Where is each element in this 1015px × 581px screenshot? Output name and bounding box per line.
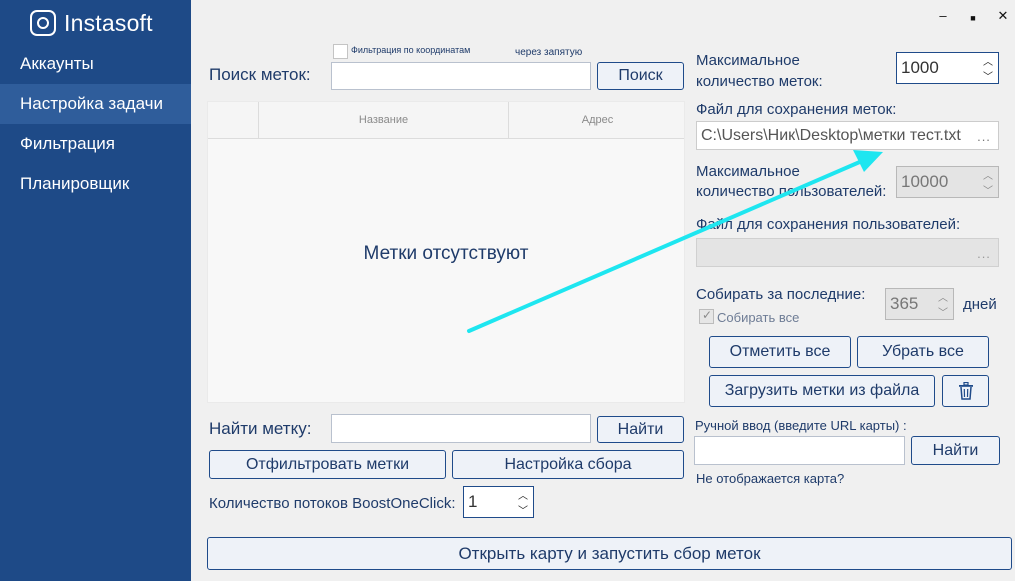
max-users-label-line2: количество пользователей:	[696, 183, 887, 200]
chevron-down-icon[interactable]: ﹀	[980, 68, 996, 83]
collect-days-value: 365	[890, 294, 919, 313]
max-marks-stepper[interactable]: 1000 ︿ ﹀	[896, 52, 999, 84]
open-map-button[interactable]: Открыть карту и запустить сбор меток	[207, 537, 1012, 570]
empty-table-message: Метки отсутствуют	[363, 243, 529, 264]
coordinate-filter-label: Фильтрация по координатам	[351, 45, 471, 55]
chevron-down-icon[interactable]: ﹀	[980, 182, 996, 197]
close-icon[interactable]: ✕	[994, 8, 1012, 28]
marks-file-path: C:\Users\Ник\Desktop\метки тест.txt	[701, 127, 961, 144]
unmark-all-button[interactable]: Убрать все	[857, 336, 989, 368]
search-input[interactable]	[331, 62, 591, 90]
users-file-field[interactable]	[696, 238, 999, 267]
manual-input-label: Ручной ввод (введите URL карты) :	[695, 418, 907, 433]
brand: Instasoft	[30, 8, 153, 38]
marks-file-field[interactable]: C:\Users\Ник\Desktop\метки тест.txt	[696, 121, 999, 150]
sidebar-item-task-settings[interactable]: Настройка задачи	[0, 84, 191, 124]
chevron-down-icon[interactable]: ﹀	[515, 502, 531, 517]
load-from-file-button[interactable]: Загрузить метки из файла	[709, 375, 935, 407]
max-users-label-line1: Максимальное	[696, 163, 800, 180]
table-header: Название Адрес	[208, 102, 684, 139]
sidebar-item-scheduler[interactable]: Планировщик	[0, 164, 191, 204]
max-marks-label-line2: количество меток:	[696, 73, 823, 90]
trash-icon	[958, 382, 973, 400]
browse-marks-file-button[interactable]: ...	[969, 129, 999, 144]
days-label: дней	[963, 296, 997, 313]
sidebar-item-filtering[interactable]: Фильтрация	[0, 124, 191, 164]
chevron-up-icon[interactable]: ︿	[515, 487, 531, 502]
find-input[interactable]	[331, 414, 591, 443]
browse-users-file-button[interactable]: ...	[969, 246, 999, 261]
threads-label: Количество потоков BoostOneClick:	[209, 495, 456, 512]
mark-all-button[interactable]: Отметить все	[709, 336, 851, 368]
collect-last-label: Собирать за последние:	[696, 286, 866, 303]
map-not-shown-link[interactable]: Не отображается карта?	[696, 471, 844, 486]
instasoft-logo-icon	[30, 10, 56, 36]
chevron-down-icon[interactable]: ﹀	[935, 304, 951, 319]
column-header-select[interactable]	[208, 102, 258, 139]
chevron-up-icon[interactable]: ︿	[980, 167, 996, 182]
marks-table: Название Адрес Метки отсутствуют	[207, 101, 685, 403]
find-label: Найти метку:	[209, 419, 312, 438]
max-users-stepper[interactable]: 10000 ︿ ﹀	[896, 166, 999, 198]
column-header-name[interactable]: Название	[258, 102, 508, 139]
collect-all-checkbox[interactable]	[699, 308, 714, 324]
maximize-icon[interactable]: ■	[964, 8, 982, 28]
max-marks-label-line1: Максимальное	[696, 52, 800, 69]
column-header-address[interactable]: Адрес	[508, 102, 686, 139]
map-url-input[interactable]	[694, 436, 905, 465]
collect-all-label: Собирать все	[717, 310, 800, 325]
max-users-value: 10000	[901, 172, 949, 191]
manual-find-button[interactable]: Найти	[911, 436, 1000, 465]
chevron-up-icon[interactable]: ︿	[935, 289, 951, 304]
search-label: Поиск меток:	[209, 65, 311, 84]
threads-value: 1	[468, 492, 478, 511]
sidebar: Instasoft Аккаунты Настройка задачи Филь…	[0, 0, 191, 581]
threads-stepper[interactable]: 1 ︿ ﹀	[463, 486, 534, 518]
coordinate-filter-checkbox[interactable]	[333, 44, 348, 59]
marks-file-label: Файл для сохранения меток:	[696, 101, 897, 118]
brand-name: Instasoft	[64, 9, 153, 36]
delete-button[interactable]	[942, 375, 989, 407]
max-marks-value: 1000	[901, 58, 939, 77]
collect-settings-button[interactable]: Настройка сбора	[452, 450, 684, 479]
collect-days-stepper[interactable]: 365 ︿ ﹀	[885, 288, 954, 320]
minimize-icon[interactable]: –	[934, 8, 952, 28]
find-button[interactable]: Найти	[597, 416, 684, 443]
sidebar-item-accounts[interactable]: Аккаунты	[0, 44, 191, 84]
filter-marks-button[interactable]: Отфильтровать метки	[209, 450, 446, 479]
users-file-label: Файл для сохранения пользователей:	[696, 216, 961, 233]
chevron-up-icon[interactable]: ︿	[980, 53, 996, 68]
search-button[interactable]: Поиск	[597, 62, 684, 90]
comma-hint: через запятую	[515, 47, 583, 58]
